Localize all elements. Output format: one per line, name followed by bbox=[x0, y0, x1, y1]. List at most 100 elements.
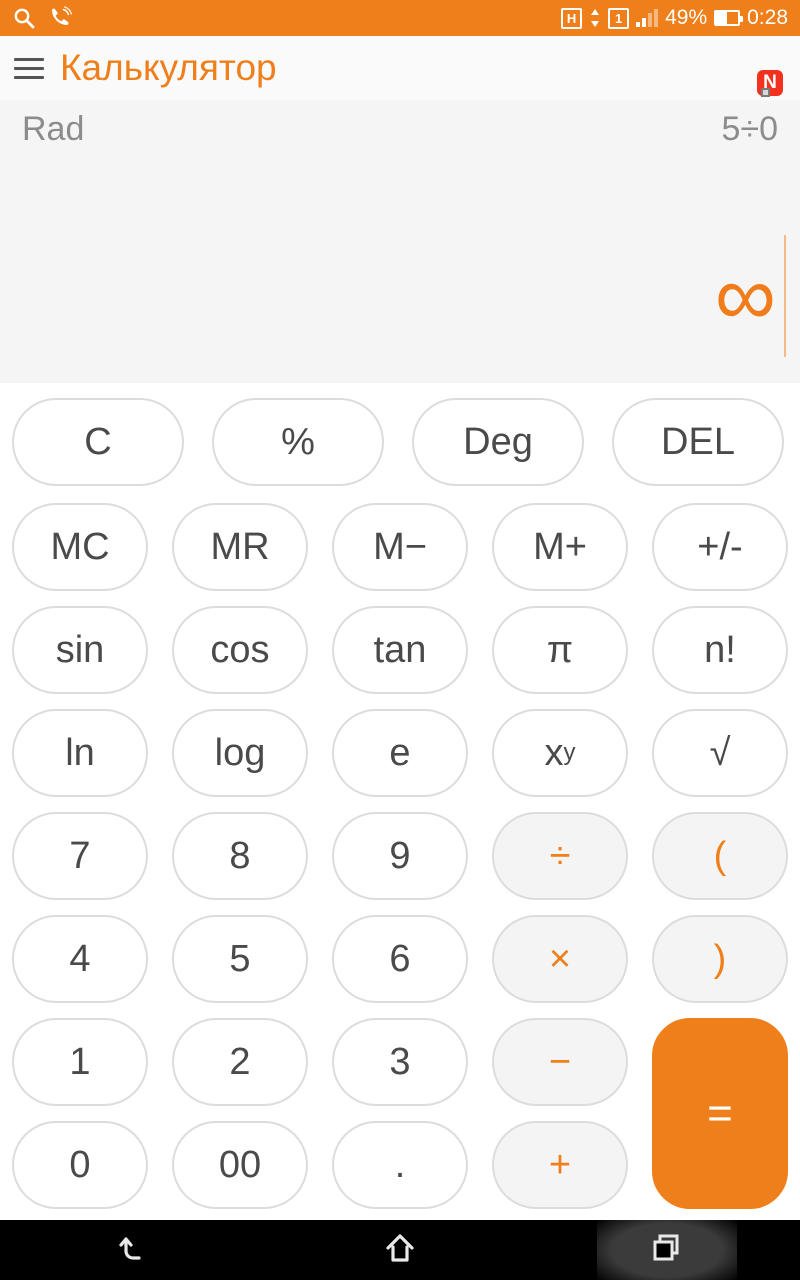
key-0[interactable]: 0 bbox=[12, 1121, 148, 1209]
key-minus-label: − bbox=[548, 1040, 572, 1083]
key-equals[interactable]: = bbox=[652, 1018, 788, 1209]
nav-back-button[interactable] bbox=[63, 1220, 203, 1280]
key-8-label: 8 bbox=[229, 834, 251, 877]
key-clear-label: C bbox=[84, 420, 112, 463]
key-double-zero-label: 00 bbox=[218, 1143, 262, 1186]
hamburger-icon[interactable] bbox=[14, 57, 44, 79]
key-mc[interactable]: MC bbox=[12, 503, 148, 591]
key-paren-close-label: ) bbox=[713, 937, 727, 980]
key-5[interactable]: 5 bbox=[172, 915, 308, 1003]
key-sign[interactable]: +/- bbox=[652, 503, 788, 591]
display-top-row: Rad 5÷0 bbox=[0, 100, 800, 149]
key-pi[interactable]: π bbox=[492, 606, 628, 694]
calculator-display: Rad 5÷0 ∞ bbox=[0, 100, 800, 383]
key-pi-label: π bbox=[546, 628, 574, 671]
key-4[interactable]: 4 bbox=[12, 915, 148, 1003]
key-sqrt[interactable]: √ bbox=[652, 709, 788, 797]
system-navigation-bar bbox=[0, 1220, 800, 1280]
key-tan[interactable]: tan bbox=[332, 606, 468, 694]
key-4-label: 4 bbox=[69, 937, 91, 980]
expression-label: 5÷0 bbox=[721, 110, 778, 148]
key-plus-label: + bbox=[548, 1143, 572, 1186]
key-9-label: 9 bbox=[389, 834, 411, 877]
key-multiply-label: × bbox=[548, 937, 572, 980]
key-7[interactable]: 7 bbox=[12, 812, 148, 900]
key-paren-open-label: ( bbox=[713, 834, 727, 877]
key-sin-label: sin bbox=[55, 628, 105, 671]
key-multiply[interactable]: × bbox=[492, 915, 628, 1003]
key-divide[interactable]: ÷ bbox=[492, 812, 628, 900]
key-m-minus[interactable]: M− bbox=[332, 503, 468, 591]
key-5-label: 5 bbox=[229, 937, 251, 980]
key-1[interactable]: 1 bbox=[12, 1018, 148, 1106]
battery-icon bbox=[714, 10, 744, 26]
key-6[interactable]: 6 bbox=[332, 915, 468, 1003]
key-0-label: 0 bbox=[69, 1143, 91, 1186]
key-m-minus-label: M− bbox=[373, 525, 427, 568]
key-factorial[interactable]: n! bbox=[652, 606, 788, 694]
key-log-label: log bbox=[214, 731, 266, 774]
key-3-label: 3 bbox=[389, 1040, 411, 1083]
key-e[interactable]: e bbox=[332, 709, 468, 797]
angle-mode-label: Rad bbox=[22, 110, 85, 148]
key-deg-label: Deg bbox=[463, 420, 533, 463]
nav-recents-button[interactable] bbox=[596, 1220, 737, 1280]
key-mr[interactable]: MR bbox=[172, 503, 308, 591]
status-bar-left bbox=[12, 6, 74, 30]
key-m-plus-label: M+ bbox=[533, 525, 587, 568]
key-paren-close[interactable]: ) bbox=[652, 915, 788, 1003]
key-minus[interactable]: − bbox=[492, 1018, 628, 1106]
key-power[interactable]: xy bbox=[492, 709, 628, 797]
result-row: ∞ bbox=[715, 231, 786, 361]
key-divide-label: ÷ bbox=[549, 834, 571, 877]
key-3[interactable]: 3 bbox=[332, 1018, 468, 1106]
app-bar: Калькулятор N bbox=[0, 36, 800, 125]
key-9[interactable]: 9 bbox=[332, 812, 468, 900]
key-8[interactable]: 8 bbox=[172, 812, 308, 900]
key-sin[interactable]: sin bbox=[12, 606, 148, 694]
home-icon bbox=[379, 1227, 421, 1274]
key-decimal[interactable]: . bbox=[332, 1121, 468, 1209]
data-transfer-icon bbox=[589, 8, 601, 28]
key-plus[interactable]: + bbox=[492, 1121, 628, 1209]
key-percent-label: % bbox=[281, 420, 315, 463]
key-paren-open[interactable]: ( bbox=[652, 812, 788, 900]
key-factorial-label: n! bbox=[704, 628, 736, 671]
network-type-icon: H bbox=[561, 7, 583, 29]
key-log[interactable]: log bbox=[172, 709, 308, 797]
clock-label: 0:28 bbox=[747, 6, 788, 29]
signal-strength-icon bbox=[636, 9, 659, 27]
key-decimal-label: . bbox=[394, 1143, 406, 1186]
search-icon bbox=[12, 6, 36, 30]
key-2-label: 2 bbox=[229, 1040, 251, 1083]
key-1-label: 1 bbox=[69, 1040, 91, 1083]
sim-indicator-icon: 1 bbox=[608, 7, 630, 29]
key-clear[interactable]: C bbox=[12, 398, 184, 486]
nav-home-button[interactable] bbox=[330, 1220, 470, 1280]
key-deg[interactable]: Deg bbox=[412, 398, 584, 486]
recents-icon bbox=[646, 1227, 688, 1274]
key-cos[interactable]: cos bbox=[172, 606, 308, 694]
key-7-label: 7 bbox=[69, 834, 91, 877]
key-del-label: DEL bbox=[661, 420, 735, 463]
key-tan-label: tan bbox=[373, 628, 427, 671]
key-double-zero[interactable]: 00 bbox=[172, 1121, 308, 1209]
key-e-label: e bbox=[389, 731, 411, 774]
key-power-base: x bbox=[544, 731, 564, 774]
status-bar: H 1 49% 0:28 bbox=[0, 0, 800, 36]
key-equals-label: = bbox=[707, 1088, 733, 1138]
back-arrow-icon bbox=[112, 1227, 154, 1274]
key-percent[interactable]: % bbox=[212, 398, 384, 486]
call-sound-icon bbox=[48, 6, 74, 30]
battery-percent-label: 49% bbox=[665, 6, 708, 29]
key-ln-label: ln bbox=[65, 731, 95, 774]
page-title: Калькулятор bbox=[60, 47, 277, 88]
key-sign-label: +/- bbox=[697, 525, 743, 568]
calculator-screen: H 1 49% 0:28 Калькулятор N Rad 5÷0 ∞ C %… bbox=[0, 0, 800, 1280]
key-m-plus[interactable]: M+ bbox=[492, 503, 628, 591]
key-del[interactable]: DEL bbox=[612, 398, 784, 486]
text-cursor bbox=[784, 235, 786, 357]
key-ln[interactable]: ln bbox=[12, 709, 148, 797]
keypad: C% Deg DEL MC MR M− M+ +/- sin cos tan π n! ln log e x y √… bbox=[0, 383, 800, 1220]
key-2[interactable]: 2 bbox=[172, 1018, 308, 1106]
